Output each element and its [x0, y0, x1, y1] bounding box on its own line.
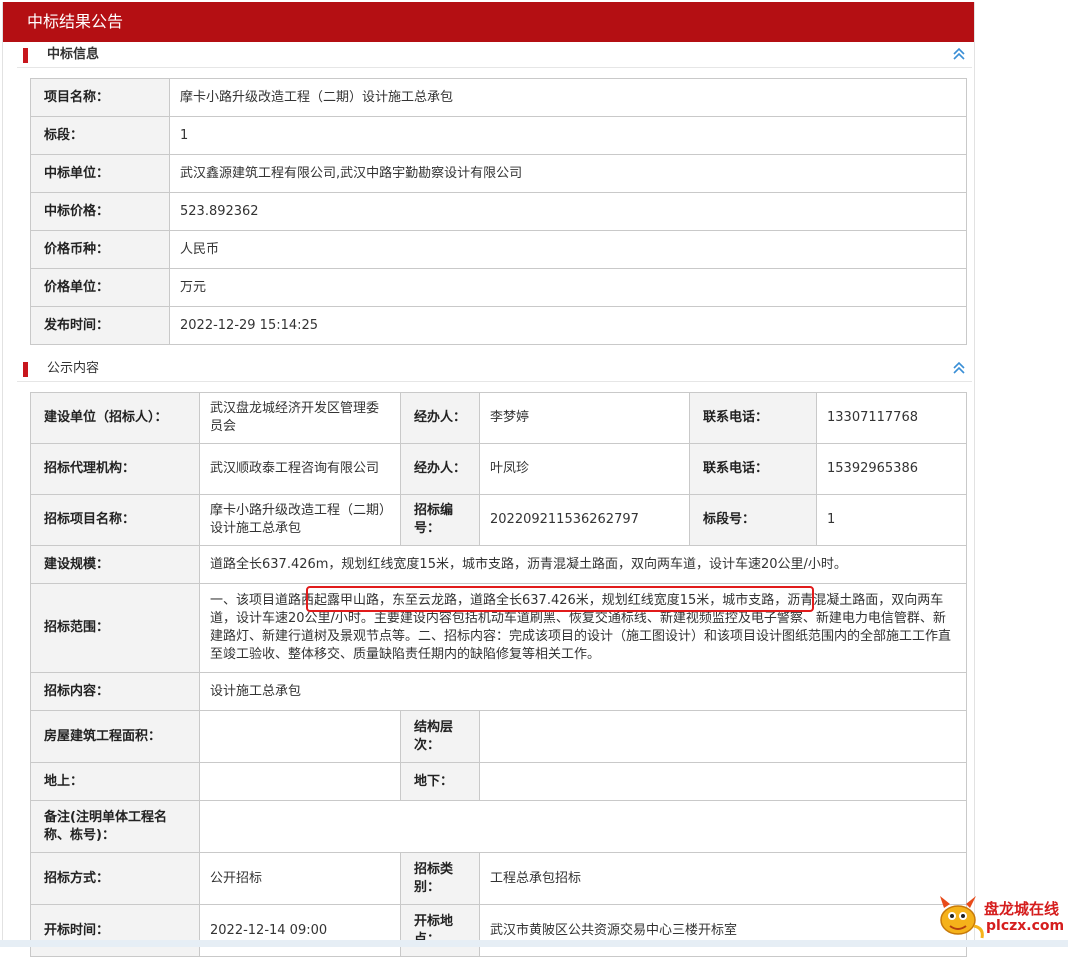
open-time-value: 2022-12-14 09:00	[199, 904, 401, 957]
open-place-label: 开标地点：	[400, 904, 480, 957]
section-header-public-content: 公示内容	[17, 357, 972, 382]
section-title: 中标信息	[47, 47, 100, 62]
table-row: 招标项目名称： 摩卡小路升级改造工程（二期）设计施工总承包 招标编号： 2022…	[30, 494, 967, 546]
row-label: 价格单位：	[30, 268, 170, 307]
above-value	[199, 762, 401, 801]
section-marker	[23, 48, 28, 63]
remark-label: 备注(注明单体工程名称、栋号)：	[30, 800, 200, 853]
type-value: 工程总承包招标	[479, 852, 967, 905]
table-row: 发布时间： 2022-12-29 15:14:25	[30, 306, 967, 345]
table-row: 价格单位： 万元	[30, 268, 967, 307]
below-label: 地下：	[400, 762, 480, 801]
site-watermark: 盘龙城在线 plczx.com	[930, 888, 1065, 944]
floors-label: 结构层次：	[400, 710, 480, 763]
open-place-value: 武汉市黄陂区公共资源交易中心三楼开标室	[479, 904, 967, 957]
table-row: 招标内容： 设计施工总承包	[30, 672, 967, 711]
table-row: 房屋建筑工程面积： 结构层次：	[30, 710, 967, 763]
floors-value	[479, 710, 967, 763]
agency-value: 武汉顺政泰工程咨询有限公司	[199, 443, 401, 495]
phone-value: 13307117768	[816, 392, 967, 444]
page-title: 中标结果公告	[3, 2, 974, 42]
announcement-panel: 中标结果公告 中标信息 项目名称： 摩卡小路升级改造工程（二期）设计施工总承包 …	[2, 2, 975, 957]
section-marker	[23, 362, 28, 377]
row-value: 523.892362	[169, 192, 967, 231]
row-value: 1	[169, 116, 967, 155]
watermark-name: 盘龙城在线	[984, 900, 1060, 918]
table-row: 中标单位： 武汉鑫源建筑工程有限公司,武汉中路宇勤勘察设计有限公司	[30, 154, 967, 193]
remark-value	[199, 800, 967, 853]
content-value: 设计施工总承包	[199, 672, 967, 711]
section-header-award-info: 中标信息	[17, 43, 972, 68]
project-label: 招标项目名称：	[30, 494, 200, 546]
scope-label: 招标范围：	[30, 583, 200, 673]
code-label: 招标编号：	[400, 494, 480, 546]
row-label: 标段：	[30, 116, 170, 155]
row-value: 武汉鑫源建筑工程有限公司,武汉中路宇勤勘察设计有限公司	[169, 154, 967, 193]
method-label: 招标方式：	[30, 852, 200, 905]
phone-value: 15392965386	[816, 443, 967, 495]
lot-value: 1	[816, 494, 967, 546]
table-row: 建设规模： 道路全长637.426m，规划红线宽度15米，城市支路，沥青混凝土路…	[30, 545, 967, 584]
above-label: 地上：	[30, 762, 200, 801]
table-row: 开标时间： 2022-12-14 09:00 开标地点： 武汉市黄陂区公共资源交…	[30, 904, 967, 957]
agency-label: 招标代理机构：	[30, 443, 200, 495]
table-row: 价格币种： 人民币	[30, 230, 967, 269]
row-value: 万元	[169, 268, 967, 307]
row-label: 价格币种：	[30, 230, 170, 269]
handler-value: 李梦婷	[479, 392, 690, 444]
content-label: 招标内容：	[30, 672, 200, 711]
row-label: 中标单位：	[30, 154, 170, 193]
table-row: 地上： 地下：	[30, 762, 967, 801]
table-row: 标段： 1	[30, 116, 967, 155]
scale-value: 道路全长637.426m，规划红线宽度15米，城市支路，沥青混凝土路面，双向两车…	[199, 545, 967, 584]
row-label: 中标价格：	[30, 192, 170, 231]
project-value: 摩卡小路升级改造工程（二期）设计施工总承包	[199, 494, 401, 546]
table-row: 招标范围： 一、该项目道路西起露甲山路，东至云龙路，道路全长637.426米，规…	[30, 583, 967, 673]
public-content-table: 建设单位（招标人）： 武汉盘龙城经济开发区管理委员会 经办人： 李梦婷 联系电话…	[30, 392, 967, 957]
open-time-label: 开标时间：	[30, 904, 200, 957]
handler-label: 经办人：	[400, 443, 480, 495]
section-title: 公示内容	[47, 361, 100, 376]
code-value: 202209211536262797	[479, 494, 690, 546]
table-row: 中标价格： 523.892362	[30, 192, 967, 231]
row-value: 2022-12-29 15:14:25	[169, 306, 967, 345]
lot-label: 标段号：	[689, 494, 817, 546]
handler-value: 叶凤珍	[479, 443, 690, 495]
type-label: 招标类别：	[400, 852, 480, 905]
table-row: 备注(注明单体工程名称、栋号)：	[30, 800, 967, 853]
row-label: 项目名称：	[30, 78, 170, 117]
scope-value: 一、该项目道路西起露甲山路，东至云龙路，道路全长637.426米，规划红线宽度1…	[199, 583, 967, 673]
owner-value: 武汉盘龙城经济开发区管理委员会	[199, 392, 401, 444]
collapse-up-icon[interactable]	[952, 360, 966, 376]
owner-label: 建设单位（招标人）：	[30, 392, 200, 444]
phone-label: 联系电话：	[689, 443, 817, 495]
row-label: 发布时间：	[30, 306, 170, 345]
table-row: 项目名称： 摩卡小路升级改造工程（二期）设计施工总承包	[30, 78, 967, 117]
phone-label: 联系电话：	[689, 392, 817, 444]
handler-label: 经办人：	[400, 392, 480, 444]
table-row: 建设单位（招标人）： 武汉盘龙城经济开发区管理委员会 经办人： 李梦婷 联系电话…	[30, 392, 967, 444]
watermark-url: plczx.com	[986, 918, 1065, 934]
row-value: 人民币	[169, 230, 967, 269]
row-value: 摩卡小路升级改造工程（二期）设计施工总承包	[169, 78, 967, 117]
table-row: 招标代理机构： 武汉顺政泰工程咨询有限公司 经办人： 叶凤珍 联系电话： 153…	[30, 443, 967, 495]
area-value	[199, 710, 401, 763]
dragon-mascot-icon	[940, 896, 984, 939]
below-value	[479, 762, 967, 801]
collapse-up-icon[interactable]	[952, 46, 966, 62]
table-row: 招标方式： 公开招标 招标类别： 工程总承包招标	[30, 852, 967, 905]
award-info-table: 项目名称： 摩卡小路升级改造工程（二期）设计施工总承包 标段： 1 中标单位： …	[30, 78, 967, 345]
scale-label: 建设规模：	[30, 545, 200, 584]
method-value: 公开招标	[199, 852, 401, 905]
bottom-strip	[0, 940, 1068, 947]
area-label: 房屋建筑工程面积：	[30, 710, 200, 763]
